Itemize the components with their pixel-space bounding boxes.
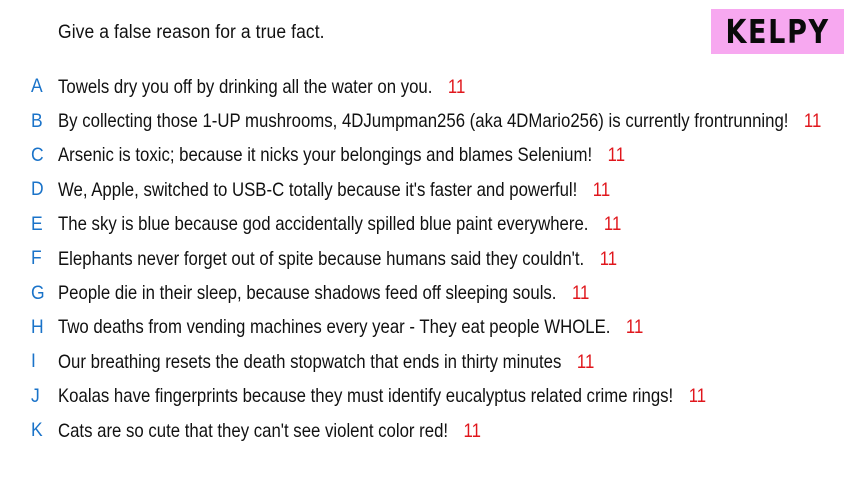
answer-letter: G — [31, 282, 45, 304]
answer-text: Arsenic is toxic; because it nicks your … — [58, 144, 593, 167]
answer-letter: J — [31, 385, 40, 407]
answer-letter: C — [31, 144, 44, 166]
answer-letter: K — [31, 420, 43, 442]
logo-text: KELPY — [725, 12, 830, 51]
vote-count: 11 — [603, 213, 622, 236]
answer-text: Our breathing resets the death stopwatch… — [58, 350, 562, 373]
answer-row-d[interactable]: D We, Apple, switched to USB-C totally b… — [0, 173, 853, 207]
answer-row-k[interactable]: K Cats are so cute that they can't see v… — [0, 414, 853, 448]
answer-text: Koalas have fingerprints because they mu… — [58, 385, 674, 408]
answer-text: Towels dry you off by drinking all the w… — [58, 75, 433, 98]
answer-row-b[interactable]: B By collecting those 1-UP mushrooms, 4D… — [0, 104, 853, 138]
vote-count: 11 — [571, 282, 590, 305]
vote-count: 11 — [803, 110, 822, 133]
vote-count: 11 — [447, 75, 466, 98]
answer-row-c[interactable]: C Arsenic is toxic; because it nicks you… — [0, 139, 853, 173]
answer-row-e[interactable]: E The sky is blue because god accidental… — [0, 208, 853, 242]
answer-letter: E — [31, 213, 43, 235]
vote-count: 11 — [592, 178, 611, 201]
answer-letter: B — [31, 110, 43, 132]
answer-text: We, Apple, switched to USB-C totally bec… — [58, 178, 578, 201]
vote-count: 11 — [625, 316, 644, 339]
answer-text: The sky is blue because god accidentally… — [58, 213, 589, 236]
answer-text: Cats are so cute that they can't see vio… — [58, 419, 449, 442]
answer-row-f[interactable]: F Elephants never forget out of spite be… — [0, 242, 853, 276]
answer-letter: H — [31, 316, 44, 338]
answer-letter: I — [31, 351, 36, 373]
answer-row-i[interactable]: I Our breathing resets the death stopwat… — [0, 345, 853, 379]
answer-letter: D — [31, 179, 44, 201]
answer-text: People die in their sleep, because shado… — [58, 282, 557, 305]
answer-text: Elephants never forget out of spite beca… — [58, 247, 585, 270]
vote-count: 11 — [463, 419, 481, 442]
vote-count: 11 — [576, 350, 595, 373]
answer-row-j[interactable]: J Koalas have fingerprints because they … — [0, 380, 853, 414]
answer-row-h[interactable]: H Two deaths from vending machines every… — [0, 311, 853, 345]
answer-row-g[interactable]: G People die in their sleep, because sha… — [0, 276, 853, 310]
vote-count: 11 — [607, 144, 626, 167]
answer-list: A Towels dry you off by drinking all the… — [0, 70, 853, 448]
answer-letter: A — [31, 76, 43, 98]
question-prompt: Give a false reason for a true fact. — [58, 22, 325, 43]
answer-row-a[interactable]: A Towels dry you off by drinking all the… — [0, 70, 853, 104]
vote-count: 11 — [599, 247, 618, 270]
answer-letter: F — [31, 248, 42, 270]
answer-text: By collecting those 1-UP mushrooms, 4DJu… — [58, 110, 789, 133]
vote-count: 11 — [688, 385, 707, 408]
kelpy-logo: KELPY — [711, 9, 844, 54]
answer-text: Two deaths from vending machines every y… — [58, 316, 611, 339]
